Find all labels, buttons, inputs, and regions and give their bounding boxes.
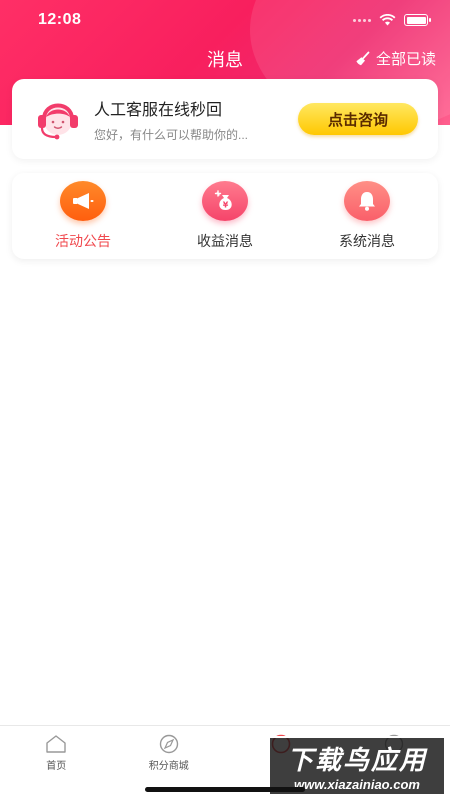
mark-all-read-button[interactable]: 全部已读 [355, 48, 436, 69]
signal-icon [353, 18, 371, 22]
category-earnings[interactable]: ¥ 收益消息 [165, 181, 285, 251]
consult-button[interactable]: 点击咨询 [298, 103, 418, 135]
compass-icon [159, 734, 178, 754]
page-title: 消息 [207, 50, 243, 70]
home-icon [46, 735, 66, 753]
broom-icon [356, 51, 370, 65]
category-label: 收益消息 [197, 233, 253, 249]
category-label: 系统消息 [339, 233, 395, 249]
category-system[interactable]: 系统消息 [307, 181, 427, 251]
customer-service-text: 人工客服在线秒回 您好，有什么可以帮助你的... [94, 96, 298, 143]
tab-home[interactable]: 首页 [0, 726, 113, 800]
tab-label: 首页 [46, 761, 67, 772]
battery-icon [404, 14, 431, 26]
bell-icon [344, 181, 390, 221]
watermark-title: 下载鸟应用 [286, 745, 427, 775]
nav-bar: 消息 全部已读 [0, 44, 450, 74]
headset-agent-icon [38, 103, 78, 140]
megaphone-icon [60, 181, 106, 221]
home-indicator[interactable] [145, 787, 305, 792]
message-categories: 活动公告 ¥ 收益消息 系统消息 [12, 173, 438, 259]
customer-service-subtitle: 您好，有什么可以帮助你的... [94, 127, 249, 142]
watermark-url: www.xiazainiao.com [294, 777, 420, 792]
tab-label: 积分商城 [148, 761, 189, 772]
category-activity[interactable]: 活动公告 [23, 181, 143, 251]
category-label: 活动公告 [55, 233, 111, 249]
status-icons [353, 14, 431, 26]
svg-text:¥: ¥ [223, 201, 229, 210]
customer-service-card[interactable]: 人工客服在线秒回 您好，有什么可以帮助你的... 点击咨询 [12, 79, 438, 159]
customer-service-title: 人工客服在线秒回 [94, 101, 223, 119]
money-bag-icon: ¥ [202, 181, 248, 221]
wifi-icon [379, 14, 396, 26]
mark-all-read-label: 全部已读 [375, 51, 436, 68]
status-bar: 12:08 [0, 0, 450, 40]
status-time: 12:08 [38, 11, 82, 28]
